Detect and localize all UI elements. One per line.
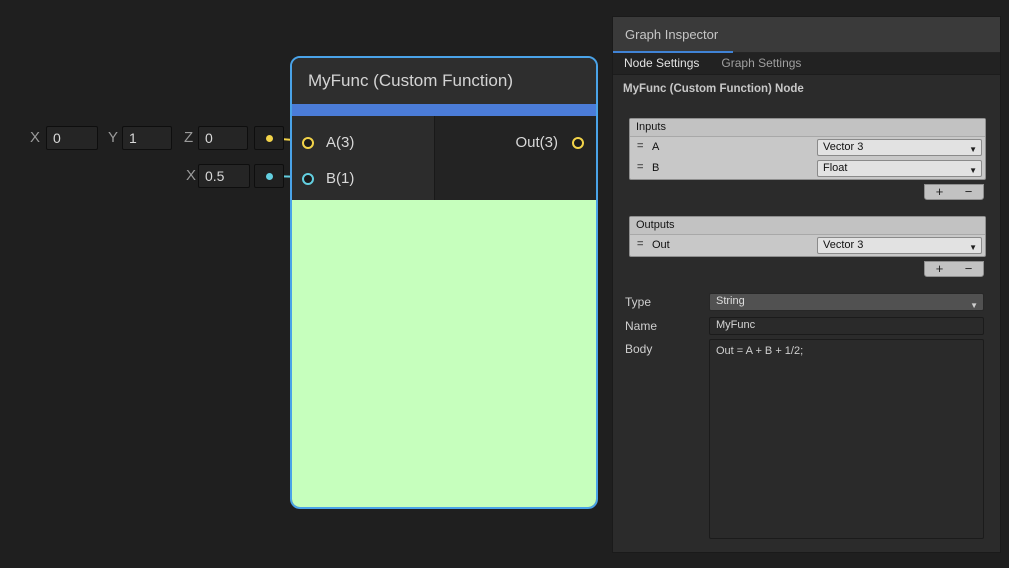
name-label: Name	[625, 319, 657, 333]
graph-inspector-panel: Graph Inspector Node Settings Graph Sett…	[612, 16, 1001, 553]
inputs-remove-button[interactable]: −	[959, 185, 979, 199]
tab-graph-settings[interactable]: Graph Settings	[710, 53, 812, 74]
vector3-x-field[interactable]: 0	[46, 126, 98, 150]
inspector-title: Graph Inspector	[625, 27, 718, 42]
vector3-y-label: Y	[108, 129, 118, 147]
dropdown-arrow-icon: ▼	[970, 298, 978, 313]
inputs-add-button[interactable]: +	[930, 185, 950, 199]
myfunc-node-port-area: A(3) B(1) Out(3)	[292, 116, 596, 200]
input-port-b-icon[interactable]	[302, 173, 314, 185]
myfunc-node-title: MyFunc (Custom Function)	[292, 58, 596, 104]
output-port-out-icon[interactable]	[572, 137, 584, 149]
drag-handle-icon[interactable]: =	[637, 161, 642, 173]
input-row-b-type-dropdown[interactable]: Float ▼	[817, 160, 982, 177]
output-row-out-type-value: Vector 3	[823, 239, 863, 251]
output-row-out-type-dropdown[interactable]: Vector 3 ▼	[817, 237, 982, 254]
outputs-add-button[interactable]: +	[930, 262, 950, 276]
outputs-list: Outputs = Out Vector 3 ▼	[629, 216, 986, 257]
input-port-b-label: B(1)	[326, 170, 354, 188]
input-row-a-type-dropdown[interactable]: Vector 3 ▼	[817, 139, 982, 156]
outputs-remove-button[interactable]: −	[959, 262, 979, 276]
input-row-b-name: B	[652, 162, 659, 174]
float-output-port[interactable]	[254, 164, 284, 188]
selected-node-heading: MyFunc (Custom Function) Node	[623, 83, 804, 95]
inputs-list-footer: + −	[924, 184, 984, 200]
myfunc-node-color-strip	[292, 104, 596, 116]
type-value: String	[716, 295, 745, 307]
output-row-out-name: Out	[652, 239, 670, 251]
outputs-list-header: Outputs	[630, 217, 985, 235]
myfunc-node[interactable]: MyFunc (Custom Function) A(3) B(1) Out(3…	[290, 56, 598, 509]
inputs-list-header: Inputs	[630, 119, 985, 137]
name-field[interactable]: MyFunc	[709, 317, 984, 335]
input-row-a[interactable]: = A Vector 3 ▼	[630, 137, 985, 158]
inspector-tab-bar: Node Settings Graph Settings	[613, 53, 1000, 75]
outputs-list-footer: + −	[924, 261, 984, 277]
input-row-b-type-value: Float	[823, 162, 847, 174]
drag-handle-icon[interactable]: =	[637, 140, 642, 152]
node-preview	[292, 200, 596, 507]
vector3-z-field[interactable]: 0	[198, 126, 248, 150]
vector3-x-label: X	[30, 129, 40, 147]
output-port-out-label: Out(3)	[515, 134, 558, 152]
body-field[interactable]: Out = A + B + 1/2;	[709, 339, 984, 539]
input-row-b[interactable]: = B Float ▼	[630, 158, 985, 179]
output-row-out[interactable]: = Out Vector 3 ▼	[630, 235, 985, 256]
drag-handle-icon[interactable]: =	[637, 238, 642, 250]
float-x-label: X	[186, 167, 196, 185]
float-x-field[interactable]: 0.5	[198, 164, 250, 188]
input-row-a-type-value: Vector 3	[823, 141, 863, 153]
type-label: Type	[625, 295, 651, 309]
float-port-dot-icon	[266, 173, 273, 180]
input-port-a-label: A(3)	[326, 134, 354, 152]
tab-node-settings[interactable]: Node Settings	[613, 53, 710, 74]
dropdown-arrow-icon: ▼	[969, 143, 977, 157]
type-dropdown[interactable]: String ▼	[709, 293, 984, 311]
inspector-title-bar[interactable]: Graph Inspector	[613, 17, 1000, 53]
body-label: Body	[625, 342, 652, 356]
vector3-port-dot-icon	[266, 135, 273, 142]
inputs-list: Inputs = A Vector 3 ▼ = B Float ▼	[629, 118, 986, 180]
input-port-column	[292, 116, 435, 200]
dropdown-arrow-icon: ▼	[969, 241, 977, 255]
input-row-a-name: A	[652, 141, 659, 153]
vector3-output-port[interactable]	[254, 126, 284, 150]
input-port-a-icon[interactable]	[302, 137, 314, 149]
vector3-z-label: Z	[184, 129, 193, 147]
vector3-y-field[interactable]: 1	[122, 126, 172, 150]
dropdown-arrow-icon: ▼	[969, 164, 977, 178]
